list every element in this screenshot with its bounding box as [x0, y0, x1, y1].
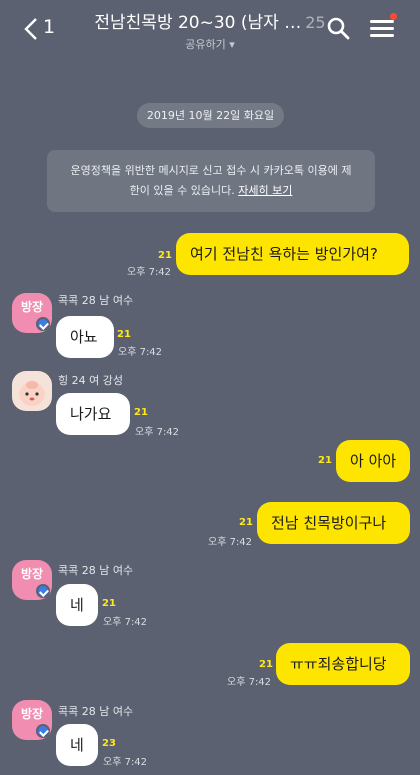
message-time: 오후 7:42 — [127, 267, 172, 278]
unread-count: 21 — [259, 659, 273, 670]
message-time: 오후 7:42 — [118, 347, 163, 358]
my-message-bubble[interactable]: 여기 전남친 욕하는 방인가여? — [176, 233, 409, 275]
unread-count: 21 — [134, 407, 148, 418]
new-notification-dot — [390, 13, 397, 20]
unread-count: 21 — [318, 455, 332, 466]
menu-button[interactable] — [370, 13, 398, 41]
host-avatar-label: 방장 — [20, 300, 44, 314]
date-divider: 2019년 10월 22일 화요일 — [137, 103, 284, 128]
other-message-bubble[interactable]: 나가요 — [56, 393, 130, 435]
unread-chats-count: 1 — [43, 16, 56, 38]
search-icon — [327, 17, 350, 40]
sender-name: 콕콕 28 남 여수 — [58, 705, 134, 718]
notice-line-2: 한이 있을 수 있습니다. — [129, 184, 239, 197]
my-message-bubble[interactable]: ㅠㅠ죄송합니당 — [276, 643, 410, 685]
unread-count: 21 — [158, 250, 172, 261]
chat-room-title: 전남친목방 20~30 (남자 … — [94, 13, 302, 33]
message-time: 오후 7:42 — [208, 537, 253, 548]
search-button[interactable] — [326, 16, 350, 44]
other-message-bubble[interactable]: 네 — [56, 584, 98, 626]
unread-count: 21 — [239, 517, 253, 528]
unread-count: 23 — [102, 738, 116, 749]
member-count: 25 — [305, 13, 326, 32]
user-avatar[interactable] — [12, 371, 52, 411]
unread-count: 21 — [102, 598, 116, 609]
host-avatar-label: 방장 — [20, 707, 44, 721]
sender-name: 힝 24 여 강성 — [58, 374, 123, 387]
policy-notice: 운영정책을 위반한 메시지로 신고 접수 시 카카오톡 이용에 제 한이 있을 … — [47, 150, 375, 212]
host-badge-icon — [36, 584, 50, 598]
chevron-left-icon — [24, 18, 37, 40]
sender-name: 콕콕 28 남 여수 — [58, 564, 134, 577]
peach-character-icon — [19, 381, 45, 406]
host-badge-icon — [36, 317, 50, 331]
my-message-bubble[interactable]: 전남 친목방이구나 — [257, 502, 410, 544]
my-message-bubble[interactable]: 아 아아 — [336, 440, 410, 482]
host-avatar-label: 방장 — [20, 567, 44, 581]
host-badge-icon — [36, 724, 50, 738]
notice-line-1: 운영정책을 위반한 메시지로 신고 접수 시 카카오톡 이용에 제 — [70, 164, 352, 177]
message-time: 오후 7:42 — [103, 757, 148, 768]
sender-name: 콕콕 28 남 여수 — [58, 294, 134, 307]
unread-count: 21 — [117, 329, 131, 340]
details-link[interactable]: 자세히 보기 — [238, 184, 292, 197]
chat-title-area[interactable]: 전남친목방 20~30 (남자 … 25 공유하기 ▾ — [90, 8, 330, 52]
share-button[interactable]: 공유하기 ▾ — [90, 36, 330, 52]
other-message-bubble[interactable]: 네 — [56, 724, 98, 766]
message-time: 오후 7:42 — [103, 617, 148, 628]
chat-header: 1 전남친목방 20~30 (남자 … 25 공유하기 ▾ — [0, 0, 420, 62]
message-time: 오후 7:42 — [135, 427, 180, 438]
back-button[interactable]: 1 — [24, 14, 58, 44]
message-time: 오후 7:42 — [227, 677, 272, 688]
other-message-bubble[interactable]: 아뇨 — [56, 316, 114, 358]
